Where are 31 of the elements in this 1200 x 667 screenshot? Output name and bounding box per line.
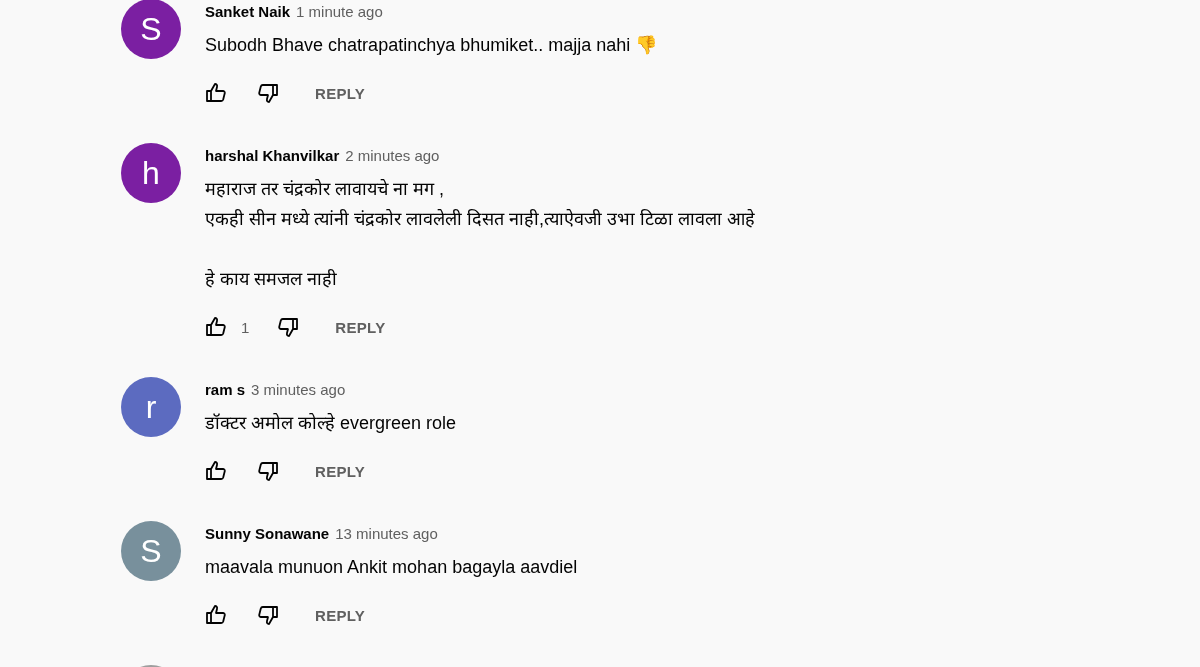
like-button[interactable] bbox=[205, 315, 229, 339]
author-name[interactable]: harshal Khanvilkar bbox=[205, 146, 340, 166]
avatar[interactable]: S bbox=[121, 521, 181, 581]
comment-time[interactable]: 13 minutes ago bbox=[335, 524, 438, 544]
dislike-button[interactable] bbox=[255, 459, 279, 483]
comment-text: डॉक्टर अमोल कोल्हे evergreen role bbox=[205, 412, 457, 435]
dislike-button[interactable] bbox=[275, 315, 300, 339]
author-name[interactable]: Sunny Sonawane bbox=[205, 524, 330, 544]
avatar[interactable]: S bbox=[121, 0, 181, 59]
comment-time[interactable]: 1 minute ago bbox=[296, 2, 383, 22]
reply-button[interactable]: REPLY bbox=[325, 310, 396, 344]
comment-text: महाराज तर चंद्रकोर लावायचे ना मग , bbox=[205, 178, 444, 201]
like-button[interactable] bbox=[205, 81, 229, 105]
comment-time[interactable]: 2 minutes ago bbox=[345, 146, 440, 166]
author-name[interactable]: ram s bbox=[205, 380, 246, 400]
author-name[interactable]: Sanket Naik bbox=[205, 2, 291, 22]
like-button[interactable] bbox=[205, 459, 229, 483]
dislike-button[interactable] bbox=[255, 81, 279, 105]
reply-button[interactable]: REPLY bbox=[305, 76, 376, 110]
comment-time[interactable]: 3 minutes ago bbox=[251, 380, 346, 400]
comment-text: maavala munuon Ankit mohan bagayla aavdiel bbox=[205, 556, 578, 579]
reply-button[interactable]: REPLY bbox=[305, 598, 376, 632]
like-count: 1 bbox=[241, 318, 250, 336]
avatar[interactable]: r bbox=[121, 377, 181, 437]
avatar[interactable]: h bbox=[121, 143, 181, 203]
like-button[interactable] bbox=[205, 603, 229, 627]
dislike-button[interactable] bbox=[255, 603, 279, 627]
reply-button[interactable]: REPLY bbox=[305, 454, 376, 488]
comment-text: एकही सीन मध्ये त्यांनी चंद्रकोर लावलेली दिसत नाही,त्याऐवजी उभा टिळा लावला आहे bbox=[205, 208, 755, 231]
comment-text: Subodh Bhave chatrapatinchya bhumiket.. majja nahi 👎 bbox=[205, 34, 658, 57]
comment-text: हे काय समजल नाही bbox=[205, 268, 337, 291]
